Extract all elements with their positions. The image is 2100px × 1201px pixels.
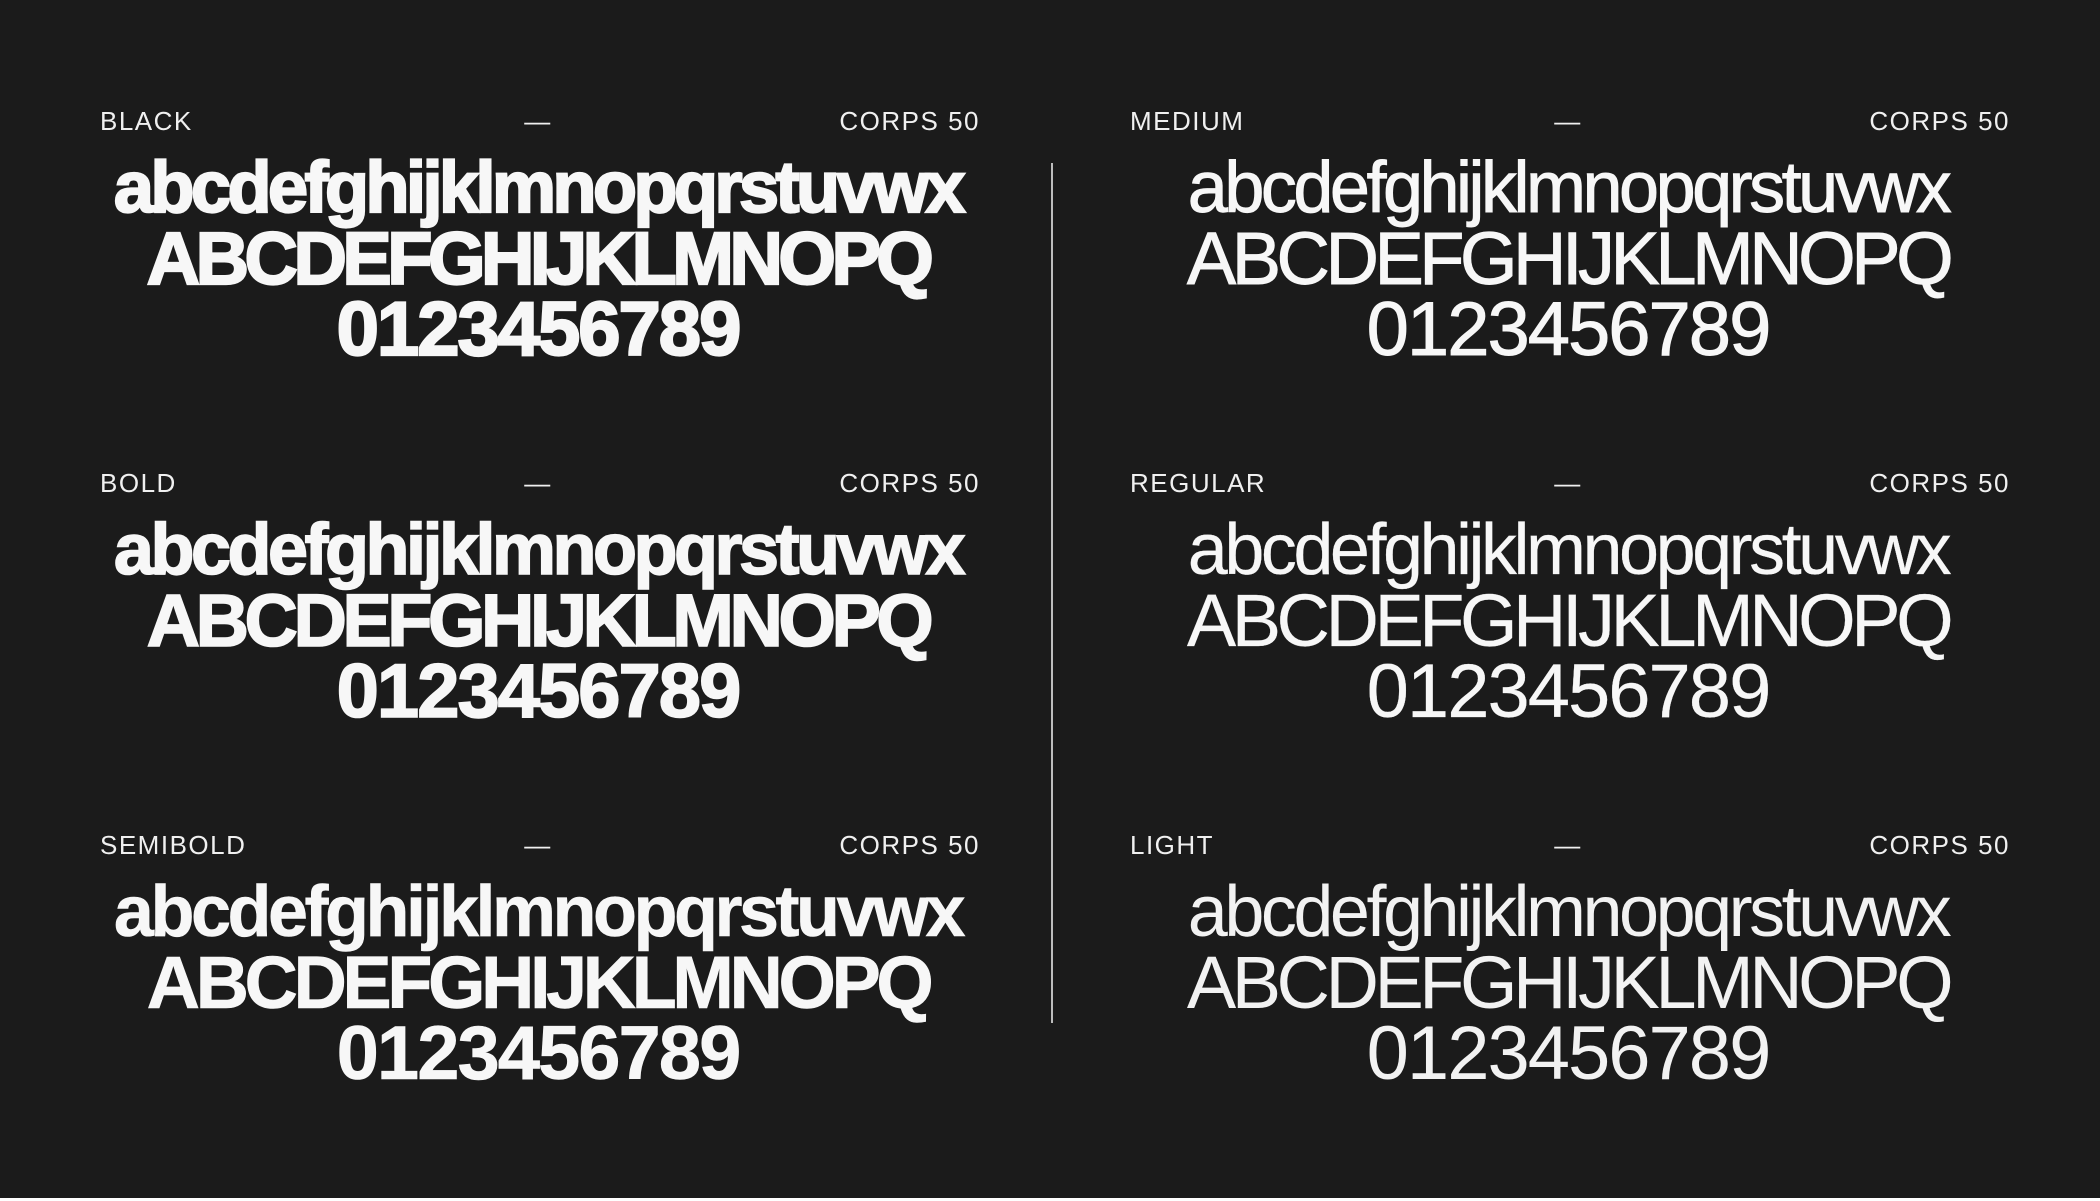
specimen-regular: REGULAR — CORPS 50 abcdefghijklmnopqrstu… [1126,468,2010,758]
digits-sample: 0123456789 [336,1011,741,1096]
specimen-semibold: SEMIBOLD — CORPS 50 abcdefghijklmnopqrst… [96,830,980,1120]
column-divider [1051,163,1053,1023]
lowercase-sample: abcdefghijklmnopqrstuvwx [113,872,966,952]
specimen-header: BLACK — CORPS 50 [96,106,980,140]
size-label: CORPS 50 [1869,830,2010,860]
lowercase-sample: abcdefghijklmnopqrstuvwx [1187,148,1952,228]
uppercase-sample: ABCDEFGHIJKLMNOPQ [1186,941,1954,1024]
digits-sample: 0123456789 [336,287,743,372]
uppercase-sample: ABCDEFGHIJKLMNOPQ [146,941,934,1024]
size-label: CORPS 50 [1869,106,2010,136]
lowercase-sample: abcdefghijklmnopqrstuvwx [113,148,967,228]
uppercase-sample: ABCDEFGHIJKLMNOPQ [146,217,935,300]
specimen-header: REGULAR — CORPS 50 [1126,468,2010,502]
digits-sample: 0123456789 [1366,1011,1772,1096]
digits-sample: 0123456789 [1366,287,1772,372]
lowercase-sample: abcdefghijklmnopqrstuvwx [113,510,966,590]
size-label: CORPS 50 [1869,468,2010,498]
uppercase-sample: ABCDEFGHIJKLMNOPQ [1186,217,1954,300]
digits-sample: 0123456789 [1366,649,1772,734]
lowercase-sample: abcdefghijklmnopqrstuvwx [1187,872,1952,952]
uppercase-sample: ABCDEFGHIJKLMNOPQ [146,579,935,662]
type-specimen-sheet: BLACK — CORPS 50 abcdefghijklmnopqrstuvw… [0,0,2100,1201]
specimen-header: BOLD — CORPS 50 [96,468,980,502]
digits-sample: 0123456789 [336,649,742,734]
specimen-header: SEMIBOLD — CORPS 50 [96,830,980,864]
specimen-medium: MEDIUM — CORPS 50 abcdefghijklmnopqrstuv… [1126,106,2010,396]
size-label: CORPS 50 [839,468,980,498]
size-label: CORPS 50 [839,106,980,136]
specimen-light: LIGHT — CORPS 50 abcdefghijklmnopqrstuvw… [1126,830,2010,1120]
lowercase-sample: abcdefghijklmnopqrstuvwx [1187,510,1952,590]
specimen-black: BLACK — CORPS 50 abcdefghijklmnopqrstuvw… [96,106,980,396]
specimen-header: LIGHT — CORPS 50 [1126,830,2010,864]
specimen-header: MEDIUM — CORPS 50 [1126,106,2010,140]
size-label: CORPS 50 [839,830,980,860]
uppercase-sample: ABCDEFGHIJKLMNOPQ [1186,579,1954,662]
specimen-bold: BOLD — CORPS 50 abcdefghijklmnopqrstuvwx… [96,468,980,758]
